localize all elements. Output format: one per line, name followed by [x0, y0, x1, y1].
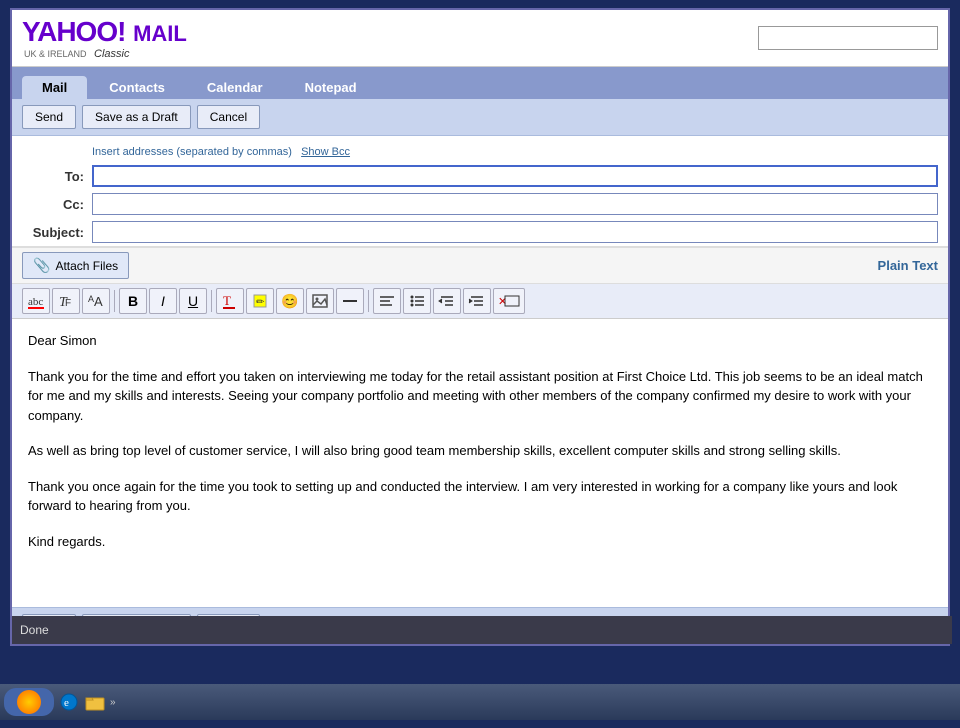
show-bcc-link[interactable]: Show Bcc — [301, 146, 350, 158]
attach-files-button[interactable]: 📎 Attach Files — [22, 252, 129, 279]
yahoo-text: YAHOO! — [22, 16, 125, 47]
toolbar-separator-1 — [114, 290, 115, 312]
plain-text-link[interactable]: Plain Text — [878, 258, 938, 273]
email-body[interactable]: Dear Simon Thank you for the time and ef… — [12, 319, 948, 599]
font-size-button[interactable]: AA — [82, 288, 110, 314]
image-button[interactable] — [306, 288, 334, 314]
send-button[interactable]: Send — [22, 105, 76, 129]
attach-row: 📎 Attach Files Plain Text — [12, 247, 948, 284]
taskbar: e » — [0, 684, 960, 720]
svg-text:F: F — [65, 298, 71, 309]
search-input[interactable] — [758, 26, 938, 50]
to-input[interactable] — [92, 165, 938, 187]
address-hint: Insert addresses (separated by commas) S… — [12, 144, 948, 162]
folder-icon[interactable] — [84, 691, 106, 713]
svg-text:e: e — [64, 697, 69, 709]
top-toolbar: Send Save as a Draft Cancel — [12, 99, 948, 136]
paragraph-4: Kind regards. — [28, 532, 932, 552]
list-button[interactable] — [403, 288, 431, 314]
cc-label: Cc: — [22, 197, 92, 212]
text-color-button[interactable]: T — [216, 288, 244, 314]
compose-area: Insert addresses (separated by commas) S… — [12, 136, 948, 607]
indent-right-button[interactable] — [463, 288, 491, 314]
svg-text:✏: ✏ — [256, 297, 265, 308]
paragraph-2: As well as bring top level of customer s… — [28, 441, 932, 461]
indent-left-button[interactable] — [433, 288, 461, 314]
cc-row: Cc: — [12, 190, 948, 218]
subject-label: Subject: — [22, 225, 92, 240]
tab-notepad[interactable]: Notepad — [285, 76, 377, 99]
hr-button[interactable] — [336, 288, 364, 314]
classic-label: Classic — [94, 48, 129, 60]
to-row: To: — [12, 162, 948, 190]
windows-logo — [17, 690, 41, 714]
attach-files-label: Attach Files — [55, 259, 118, 273]
tab-contacts[interactable]: Contacts — [89, 76, 185, 99]
cc-input[interactable] — [92, 193, 938, 215]
spellcheck-button[interactable]: abc — [22, 288, 50, 314]
svg-text:abc: abc — [28, 296, 43, 308]
bold-button[interactable]: B — [119, 288, 147, 314]
svg-text:T: T — [223, 293, 231, 308]
svg-text:A: A — [94, 294, 103, 309]
yahoo-logo: YAHOO! MAIL UK & IRELAND Classic — [22, 16, 187, 60]
clear-format-button[interactable]: ✕ — [493, 288, 525, 314]
nav-tabs: Mail Contacts Calendar Notepad — [12, 67, 948, 99]
paperclip-icon: 📎 — [33, 257, 50, 274]
save-draft-button[interactable]: Save as a Draft — [82, 105, 191, 129]
uk-ireland-text: UK & IRELAND Classic — [24, 48, 187, 60]
paragraph-1: Thank you for the time and effort you ta… — [28, 367, 932, 426]
subject-row: Subject: — [12, 218, 948, 247]
taskbar-dots: » — [110, 697, 116, 708]
to-label: To: — [22, 169, 92, 184]
font-button[interactable]: TF — [52, 288, 80, 314]
toolbar-separator-3 — [368, 290, 369, 312]
italic-button[interactable]: I — [149, 288, 177, 314]
tab-mail[interactable]: Mail — [22, 76, 87, 99]
align-left-button[interactable] — [373, 288, 401, 314]
tab-calendar[interactable]: Calendar — [187, 76, 283, 99]
highlight-button[interactable]: ✏ — [246, 288, 274, 314]
toolbar-separator-2 — [211, 290, 212, 312]
emoji-button[interactable]: 😊 — [276, 288, 304, 314]
salutation: Dear Simon — [28, 331, 932, 351]
paragraph-3: Thank you once again for the time you to… — [28, 477, 932, 516]
start-button[interactable] — [4, 688, 54, 716]
ie-icon[interactable]: e — [58, 691, 80, 713]
header: YAHOO! MAIL UK & IRELAND Classic — [12, 10, 948, 67]
underline-button[interactable]: U — [179, 288, 207, 314]
statusbar: Done — [12, 616, 952, 644]
mail-text: MAIL — [133, 21, 187, 46]
format-toolbar: abc TF AA B I U T ✏ — [12, 284, 948, 319]
cancel-button[interactable]: Cancel — [197, 105, 260, 129]
subject-input[interactable] — [92, 221, 938, 243]
status-text: Done — [20, 623, 49, 637]
